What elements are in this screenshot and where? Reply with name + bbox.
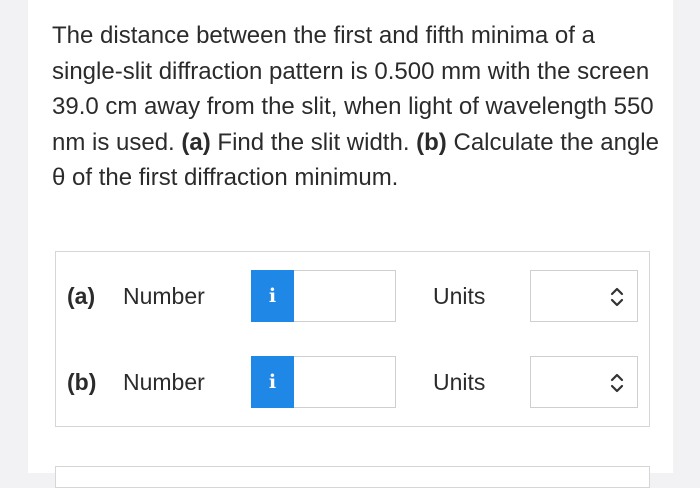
question-text-part-2: Find the slit width.	[210, 128, 417, 156]
answer-row-b: (b) Number i Units	[56, 356, 649, 408]
info-icon: i	[268, 285, 277, 307]
chevron-updown-icon	[610, 373, 624, 393]
units-select[interactable]	[530, 270, 638, 322]
next-section-card	[55, 466, 650, 488]
chevron-updown-icon	[610, 287, 624, 307]
number-label: Number	[123, 283, 205, 309]
number-input[interactable]	[294, 270, 396, 322]
part-a-marker: (a)	[181, 128, 211, 156]
units-select[interactable]	[530, 356, 638, 408]
info-button[interactable]: i	[251, 270, 294, 322]
part-label: (a)	[67, 283, 96, 309]
part-label: (b)	[67, 369, 97, 395]
question-text: The distance between the first and fifth…	[52, 18, 662, 196]
number-input[interactable]	[294, 356, 396, 408]
part-b-marker: (b)	[416, 128, 447, 156]
number-label: Number	[123, 369, 205, 395]
units-label: Units	[433, 283, 486, 309]
info-icon: i	[268, 371, 277, 393]
info-button[interactable]: i	[251, 356, 294, 408]
units-label: Units	[433, 369, 486, 395]
answer-row-a: (a) Number i Units	[56, 270, 649, 322]
answer-panel: (a) Number i Units (b) Number i Units	[55, 251, 650, 427]
question-card: The distance between the first and fifth…	[28, 0, 673, 488]
